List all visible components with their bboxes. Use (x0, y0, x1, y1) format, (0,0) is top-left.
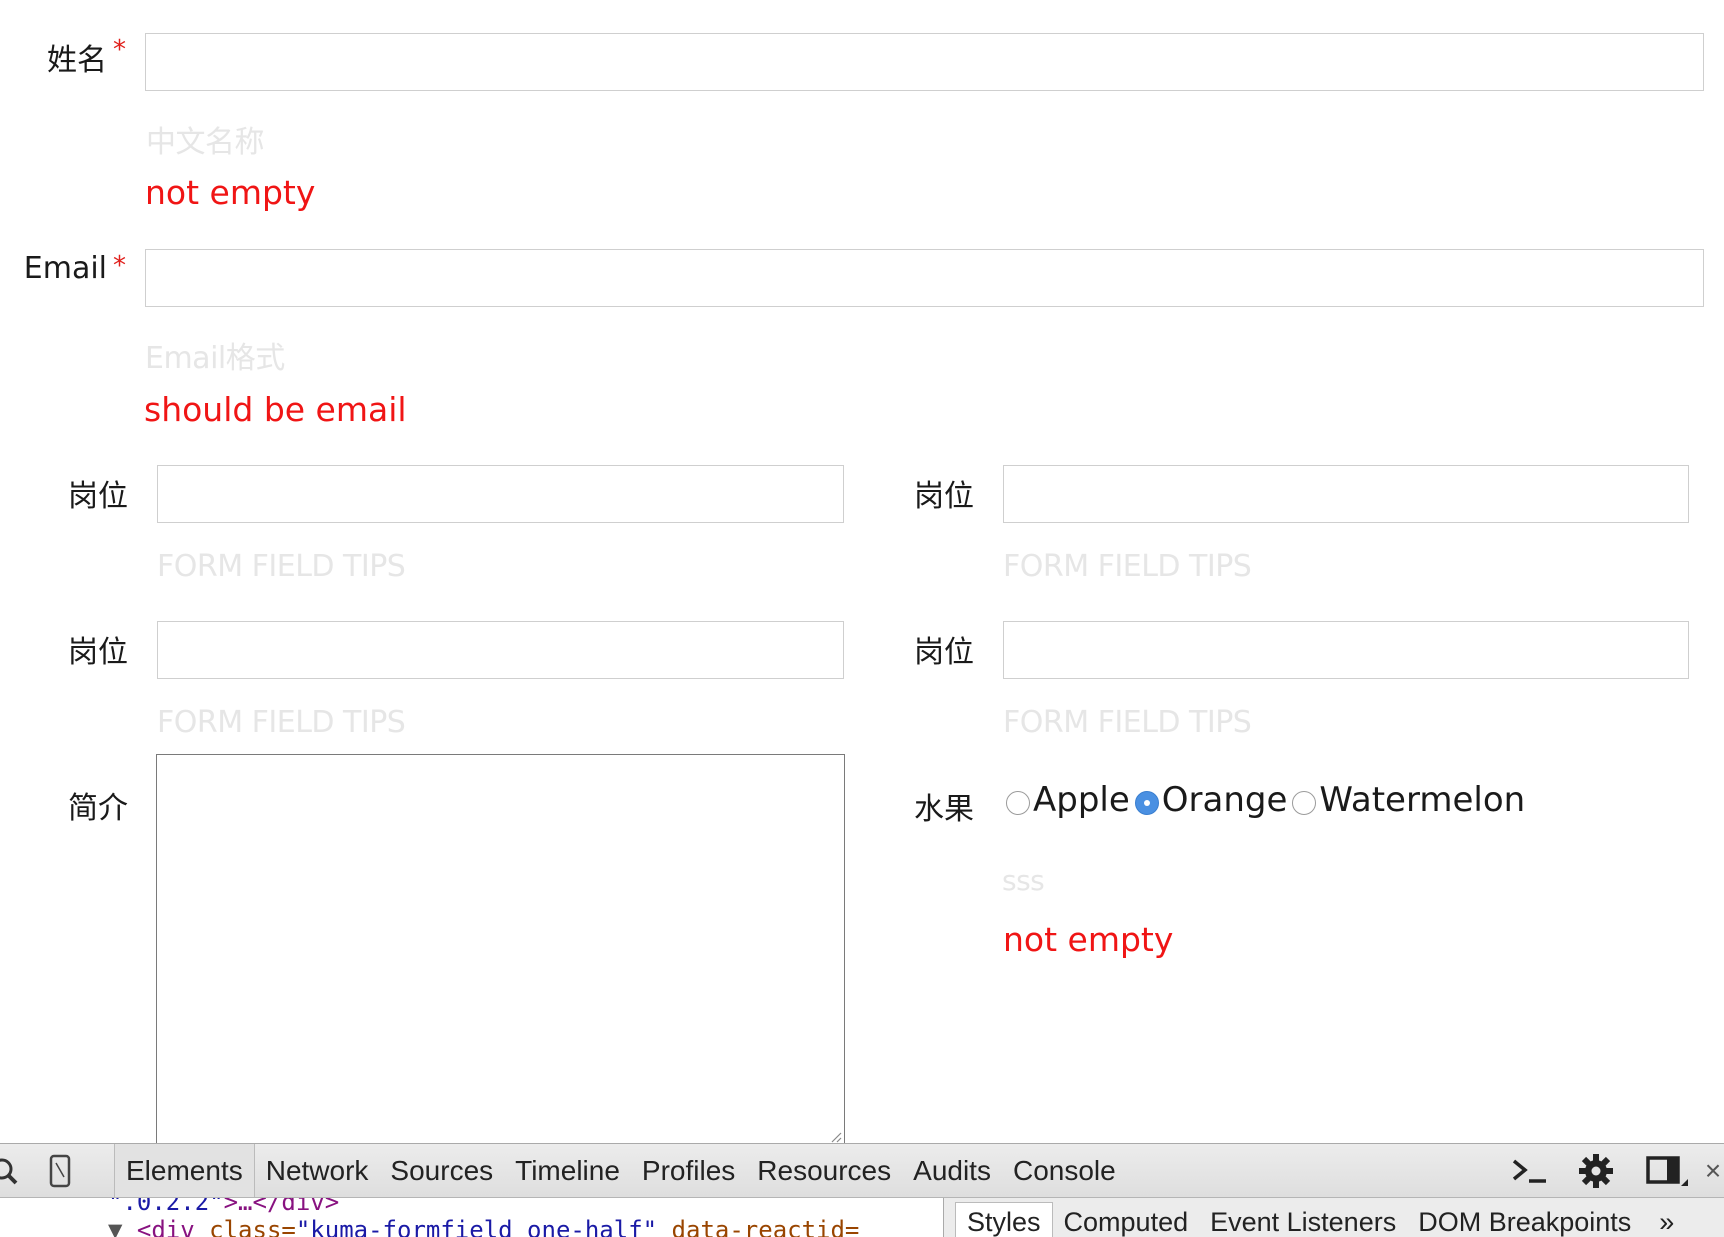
tab-console[interactable]: Console (1002, 1144, 1127, 1197)
radio-watermelon[interactable] (1292, 791, 1317, 815)
required-mark: * (113, 35, 126, 65)
email-label: Email * (24, 251, 126, 286)
tab-elements[interactable]: Elements (114, 1144, 255, 1197)
position-tip-2: FORM FIELD TIPS (1003, 549, 1252, 584)
dom-attr-value: ".0.2.2" (108, 1198, 224, 1216)
tab-network[interactable]: Network (255, 1144, 380, 1197)
tab-profiles[interactable]: Profiles (631, 1144, 746, 1197)
dom-attr-name: class= (194, 1216, 296, 1237)
email-label-text: Email (23, 251, 107, 286)
tab-computed[interactable]: Computed (1053, 1203, 1200, 1237)
tab-sources[interactable]: Sources (379, 1144, 504, 1197)
intro-textarea[interactable] (156, 754, 845, 1146)
devtools-content: ".0.2.2">…</div> ▼ <div class="kuma-form… (0, 1198, 1724, 1237)
tab-timeline[interactable]: Timeline (504, 1144, 631, 1197)
radio-apple[interactable] (1006, 791, 1030, 815)
fruit-error: not empty (1003, 920, 1174, 959)
tab-audits[interactable]: Audits (902, 1144, 1002, 1197)
email-input[interactable] (145, 249, 1704, 307)
position-label-1: 岗位 (68, 479, 128, 514)
resize-handle-icon[interactable] (830, 1131, 842, 1143)
position-label-4: 岗位 (914, 635, 974, 670)
position-input-1[interactable] (157, 465, 844, 523)
tab-dom-breakpoints[interactable]: DOM Breakpoints (1407, 1203, 1642, 1237)
dock-side-icon[interactable] (1642, 1144, 1692, 1197)
more-tabs-icon[interactable]: » (1648, 1203, 1685, 1237)
name-label: 姓名 * (47, 35, 126, 79)
radio-apple-label[interactable]: Apple (1033, 780, 1130, 820)
intro-label: 简介 (68, 791, 128, 826)
devtools-toolbar: Elements Network Sources Timeline Profil… (0, 1144, 1724, 1198)
position-tip-3: FORM FIELD TIPS (157, 705, 406, 740)
name-tip: 中文名称 (146, 125, 265, 160)
dom-line-2[interactable]: ▼ <div class="kuma-formfield one-half" d… (108, 1216, 859, 1237)
name-input[interactable] (145, 33, 1704, 91)
gear-icon[interactable] (1576, 1144, 1616, 1197)
devtools-panel: Elements Network Sources Timeline Profil… (0, 1143, 1724, 1237)
email-tip: Email格式 (145, 341, 285, 376)
position-input-2[interactable] (1003, 465, 1689, 523)
tab-event-listeners[interactable]: Event Listeners (1199, 1203, 1407, 1237)
required-mark: * (113, 251, 126, 281)
fruit-tip: sss (1002, 864, 1045, 897)
position-input-4[interactable] (1003, 621, 1689, 679)
position-label-2: 岗位 (914, 479, 974, 514)
fruit-radio-group: Apple Orange Watermelon (1003, 780, 1527, 820)
device-mode-icon[interactable] (26, 1144, 94, 1197)
fruit-label: 水果 (914, 792, 974, 827)
dom-line-1[interactable]: ".0.2.2">…</div> (108, 1198, 339, 1216)
radio-orange[interactable] (1134, 791, 1159, 815)
position-tip-1: FORM FIELD TIPS (157, 549, 406, 584)
position-input-3[interactable] (157, 621, 844, 679)
radio-orange-label[interactable]: Orange (1162, 780, 1288, 820)
dom-tag-close: >…</div> (223, 1198, 340, 1216)
name-error: not empty (145, 173, 316, 212)
tab-resources[interactable]: Resources (746, 1144, 902, 1197)
search-icon[interactable] (0, 1144, 26, 1197)
email-error: should be email (144, 390, 407, 429)
dom-attr-value: "kuma-formfield one-half" (295, 1216, 658, 1237)
radio-watermelon-label[interactable]: Watermelon (1319, 780, 1525, 820)
expand-triangle-icon[interactable]: ▼ (108, 1216, 122, 1237)
close-icon[interactable]: × (1702, 1144, 1724, 1197)
name-label-text: 姓名 (47, 43, 107, 78)
position-label-3: 岗位 (68, 635, 128, 670)
dom-attr-name: data-reactid= (657, 1216, 860, 1237)
position-tip-4: FORM FIELD TIPS (1003, 705, 1252, 740)
tab-styles[interactable]: Styles (955, 1202, 1053, 1237)
console-drawer-icon[interactable] (1508, 1144, 1552, 1197)
styles-sidebar-tabs: Styles Computed Event Listeners DOM Brea… (943, 1198, 1724, 1237)
dom-tag-open: <div (136, 1216, 195, 1237)
